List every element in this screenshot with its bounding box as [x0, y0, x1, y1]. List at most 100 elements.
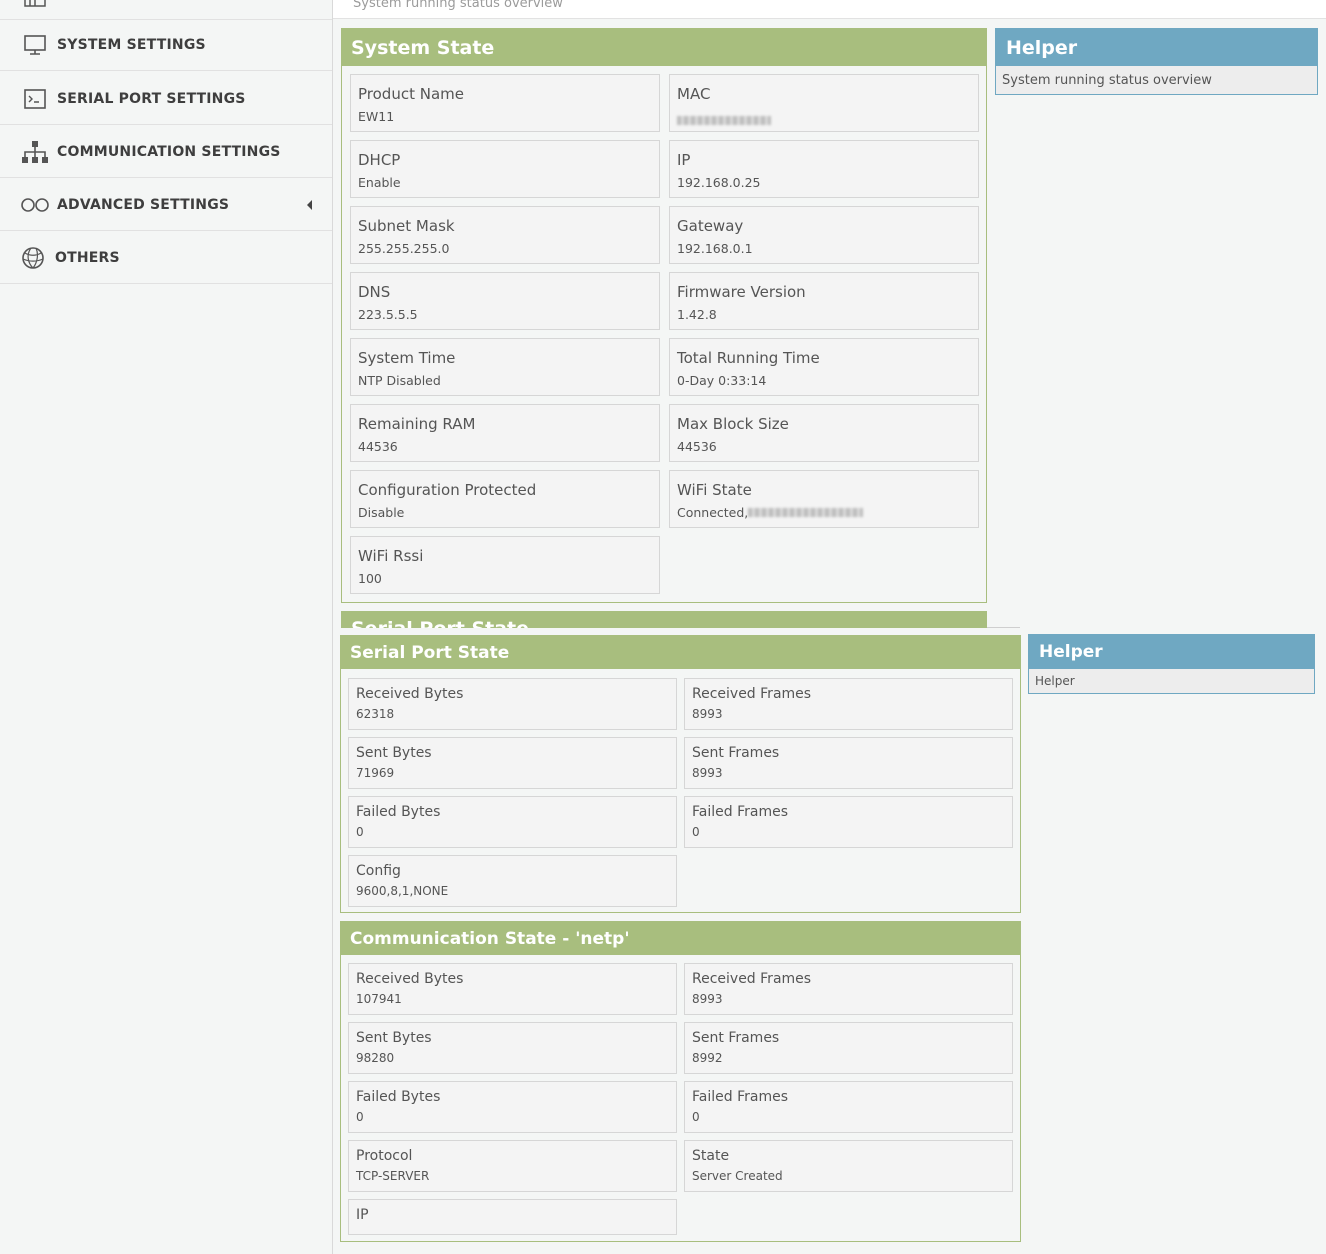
field-value: 107941: [356, 992, 402, 1006]
field-label: Received Frames: [692, 971, 812, 987]
field-received-bytes: Received Bytes 62318: [348, 678, 677, 730]
field-label: Configuration Protected: [358, 481, 537, 499]
helper-text: Helper: [1029, 669, 1314, 688]
text: Communication State - 'netp': [350, 928, 630, 949]
field-value: 192.168.0.25: [677, 175, 761, 190]
field-label: Firmware Version: [677, 283, 806, 301]
field-config: Config 9600,8,1,NONE: [348, 855, 677, 907]
field-firmware-version: Firmware Version 1.42.8: [669, 272, 979, 330]
system-state-panel: System State Product Name EW11 MAC DHCP En…: [341, 28, 987, 603]
sidebar: SYSTEM SETTINGS SERIAL PORT SETTINGS COM…: [0, 0, 333, 1254]
page-subtitle: System running status overview: [353, 0, 563, 11]
field-value: 8993: [692, 992, 723, 1006]
field-mac: MAC: [669, 74, 979, 132]
page-header: System running status overview: [333, 0, 1326, 19]
field-label: IP: [356, 1207, 369, 1223]
field-wifi-state: WiFi State Connected,: [669, 470, 979, 528]
field-value: 62318: [356, 707, 395, 721]
field-label: Sent Bytes: [356, 1030, 432, 1046]
field-value: 98280: [356, 1051, 395, 1065]
sidebar-item-system-settings[interactable]: SYSTEM SETTINGS: [0, 19, 332, 71]
field-value: 0: [692, 825, 700, 839]
panel-title: System State: [342, 29, 986, 66]
field-value: TCP-SERVER: [356, 1169, 430, 1183]
field-value: Disable: [358, 505, 405, 520]
sidebar-item-serial-port-settings[interactable]: SERIAL PORT SETTINGS: [0, 73, 332, 125]
field-state: State Server Created: [684, 1140, 1013, 1192]
field-label: Sent Frames: [692, 745, 780, 761]
field-value: 100: [358, 571, 382, 586]
panel-title: Communication State - 'netp': [341, 922, 1020, 955]
text: System State: [351, 36, 495, 59]
field-max-block-size: Max Block Size 44536: [669, 404, 979, 462]
field-sent-bytes: Sent Bytes 98280: [348, 1022, 677, 1074]
field-label: WiFi State: [677, 481, 752, 499]
serial-port-state-peek: Serial Port State: [341, 611, 987, 628]
field-received-frames: Received Frames 8993: [684, 678, 1013, 730]
text: Serial Port State: [351, 618, 529, 628]
field-value: 0-Day 0:33:14: [677, 373, 767, 388]
field-label: DNS: [358, 283, 391, 301]
sidebar-item-partial[interactable]: [0, 0, 332, 20]
field-label: Remaining RAM: [358, 415, 476, 433]
field-label: Failed Frames: [692, 1089, 788, 1105]
field-dhcp: DHCP Enable: [350, 140, 660, 198]
sidebar-item-advanced-settings[interactable]: ADVANCED SETTINGS: [0, 179, 332, 231]
field-received-bytes: Received Bytes 107941: [348, 963, 677, 1015]
field-value: EW11: [358, 109, 395, 124]
sidebar-item-label: OTHERS: [55, 249, 120, 266]
text: Helper: [1006, 36, 1078, 59]
field-failed-frames: Failed Frames 0: [684, 796, 1013, 848]
field-sent-frames: Sent Frames 8992: [684, 1022, 1013, 1074]
infinity-icon: [20, 192, 50, 218]
field-value: 8992: [692, 1051, 723, 1065]
field-label: Product Name: [358, 85, 464, 103]
field-value: 255.255.255.0: [358, 241, 450, 256]
field-value: 71969: [356, 766, 395, 780]
field-value: 8993: [692, 707, 723, 721]
field-label: Total Running Time: [677, 349, 820, 367]
sidebar-item-communication-settings[interactable]: COMMUNICATION SETTINGS: [0, 126, 332, 178]
field-label: DHCP: [358, 151, 401, 169]
field-label: Config: [356, 863, 401, 879]
field-label: Protocol: [356, 1148, 413, 1164]
field-value: 8993: [692, 766, 723, 780]
field-label: Failed Bytes: [356, 1089, 441, 1105]
caret-left-icon: [307, 199, 312, 210]
field-label: Failed Frames: [692, 804, 788, 820]
field-label: Gateway: [677, 217, 744, 235]
field-label: WiFi Rssi: [358, 547, 424, 565]
terminal-icon: [20, 86, 50, 112]
field-label: Received Bytes: [356, 686, 464, 702]
sidebar-item-others[interactable]: OTHERS: [0, 232, 332, 284]
field-ip: IP: [348, 1199, 677, 1235]
field-label: Failed Bytes: [356, 804, 441, 820]
field-value: 44536: [677, 439, 717, 454]
field-label: State: [692, 1148, 730, 1164]
field-label: Max Block Size: [677, 415, 789, 433]
serial-port-state-panel: Serial Port State Received Bytes 62318 Re…: [340, 635, 1021, 913]
field-failed-bytes: Failed Bytes 0: [348, 796, 677, 848]
field-value: NTP Disabled: [358, 373, 441, 388]
field-label: System Time: [358, 349, 456, 367]
field-label: Received Frames: [692, 686, 812, 702]
field-dns: DNS 223.5.5.5: [350, 272, 660, 330]
mac-value-blurred: [677, 112, 771, 127]
field-value: 0: [356, 1110, 364, 1124]
text: Serial Port State: [350, 642, 510, 663]
field-ip: IP 192.168.0.25: [669, 140, 979, 198]
sidebar-item-label: COMMUNICATION SETTINGS: [57, 143, 281, 160]
field-received-frames: Received Frames 8993: [684, 963, 1013, 1015]
network-icon: [20, 139, 50, 165]
helper-panel: Helper System running status overview: [995, 28, 1318, 95]
helper-title: Helper: [996, 29, 1317, 66]
helper-text: System running status overview: [996, 66, 1317, 88]
field-label: Sent Bytes: [356, 745, 432, 761]
field-failed-bytes: Failed Bytes 0: [348, 1081, 677, 1133]
communication-state-panel: Communication State - 'netp' Received By…: [340, 921, 1021, 1242]
ssid-blurred: [748, 508, 864, 517]
field-gateway: Gateway 192.168.0.1: [669, 206, 979, 264]
field-label: Subnet Mask: [358, 217, 455, 235]
field-value: 0: [692, 1110, 700, 1124]
panel-title: Serial Port State: [341, 636, 1020, 669]
